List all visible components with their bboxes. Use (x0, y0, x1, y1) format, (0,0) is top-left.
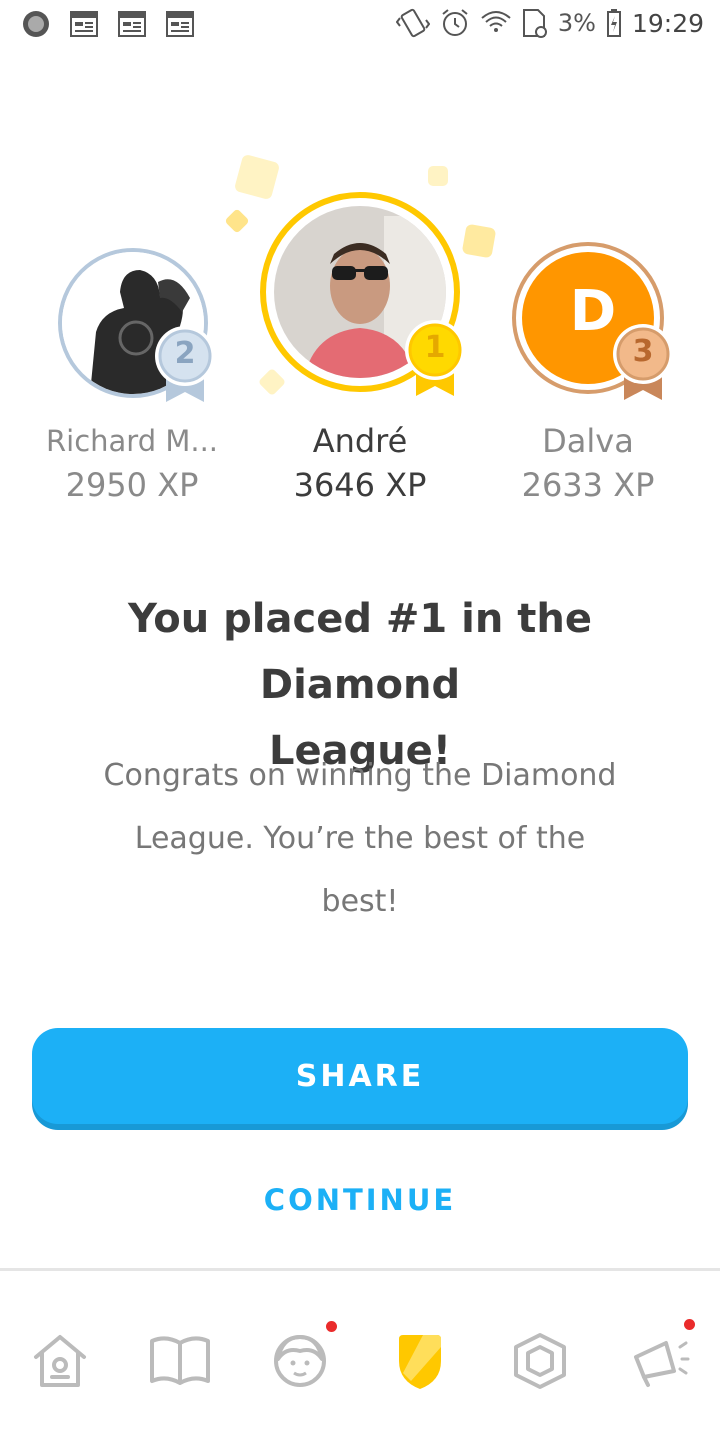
congrats-message: Congrats on winning the Diamond League. … (70, 744, 650, 933)
continue-button[interactable]: CONTINUE (200, 1172, 520, 1228)
app-circle-icon (23, 11, 49, 37)
message-line: League. You’re the best of the (134, 821, 586, 856)
second-place-xp: 2950 XP (65, 466, 199, 504)
news-icon (70, 11, 98, 37)
alarm-icon (442, 9, 468, 36)
confetti (233, 153, 281, 201)
news-icon (166, 11, 194, 37)
notification-dot (684, 1319, 695, 1330)
gem-shop-icon (514, 1333, 566, 1389)
notification-dot (326, 1321, 337, 1332)
leaderboard-podium: 2 1 D 3 Richard M... 2950 XP André 3646 (0, 140, 720, 520)
rank-third: 3 (632, 334, 654, 369)
confetti (224, 208, 250, 234)
confetti (428, 166, 448, 186)
book-icon (150, 1336, 210, 1385)
home-icon (34, 1335, 86, 1387)
third-place-xp: 2633 XP (521, 466, 655, 504)
nav-home[interactable] (20, 1321, 100, 1401)
nav-leaderboard[interactable] (380, 1321, 460, 1401)
share-button[interactable]: SHARE (32, 1028, 688, 1124)
message-line: best! (321, 884, 399, 919)
first-place-name: André (312, 422, 408, 460)
title-line: You placed #1 in the Diamond (127, 596, 593, 708)
nav-learn[interactable] (140, 1321, 220, 1401)
megaphone-icon (634, 1341, 690, 1387)
second-place-name: Richard M... (45, 424, 219, 458)
nav-news[interactable] (620, 1319, 700, 1401)
league-shield-icon (399, 1335, 441, 1389)
battery-charging-icon (606, 9, 621, 37)
nav-profile[interactable] (260, 1321, 340, 1401)
rank-second: 2 (174, 336, 196, 371)
message-line: Congrats on winning the Diamond (103, 758, 617, 793)
confetti (461, 223, 497, 259)
battery-percent: 3% (557, 9, 596, 37)
wifi-icon (481, 11, 511, 32)
nav-shop[interactable] (500, 1321, 580, 1401)
bottom-navigation (0, 1271, 720, 1440)
third-place-name: Dalva (542, 422, 634, 460)
vibrate-icon (395, 8, 430, 38)
status-bar: 3% 19:29 (0, 0, 720, 50)
sim-card-icon (522, 9, 547, 38)
clock: 19:29 (631, 8, 704, 38)
news-icon (118, 11, 146, 37)
confetti (257, 367, 287, 397)
first-place-xp: 3646 XP (293, 466, 427, 504)
profile-icon (274, 1335, 326, 1387)
rank-first: 1 (424, 330, 446, 365)
